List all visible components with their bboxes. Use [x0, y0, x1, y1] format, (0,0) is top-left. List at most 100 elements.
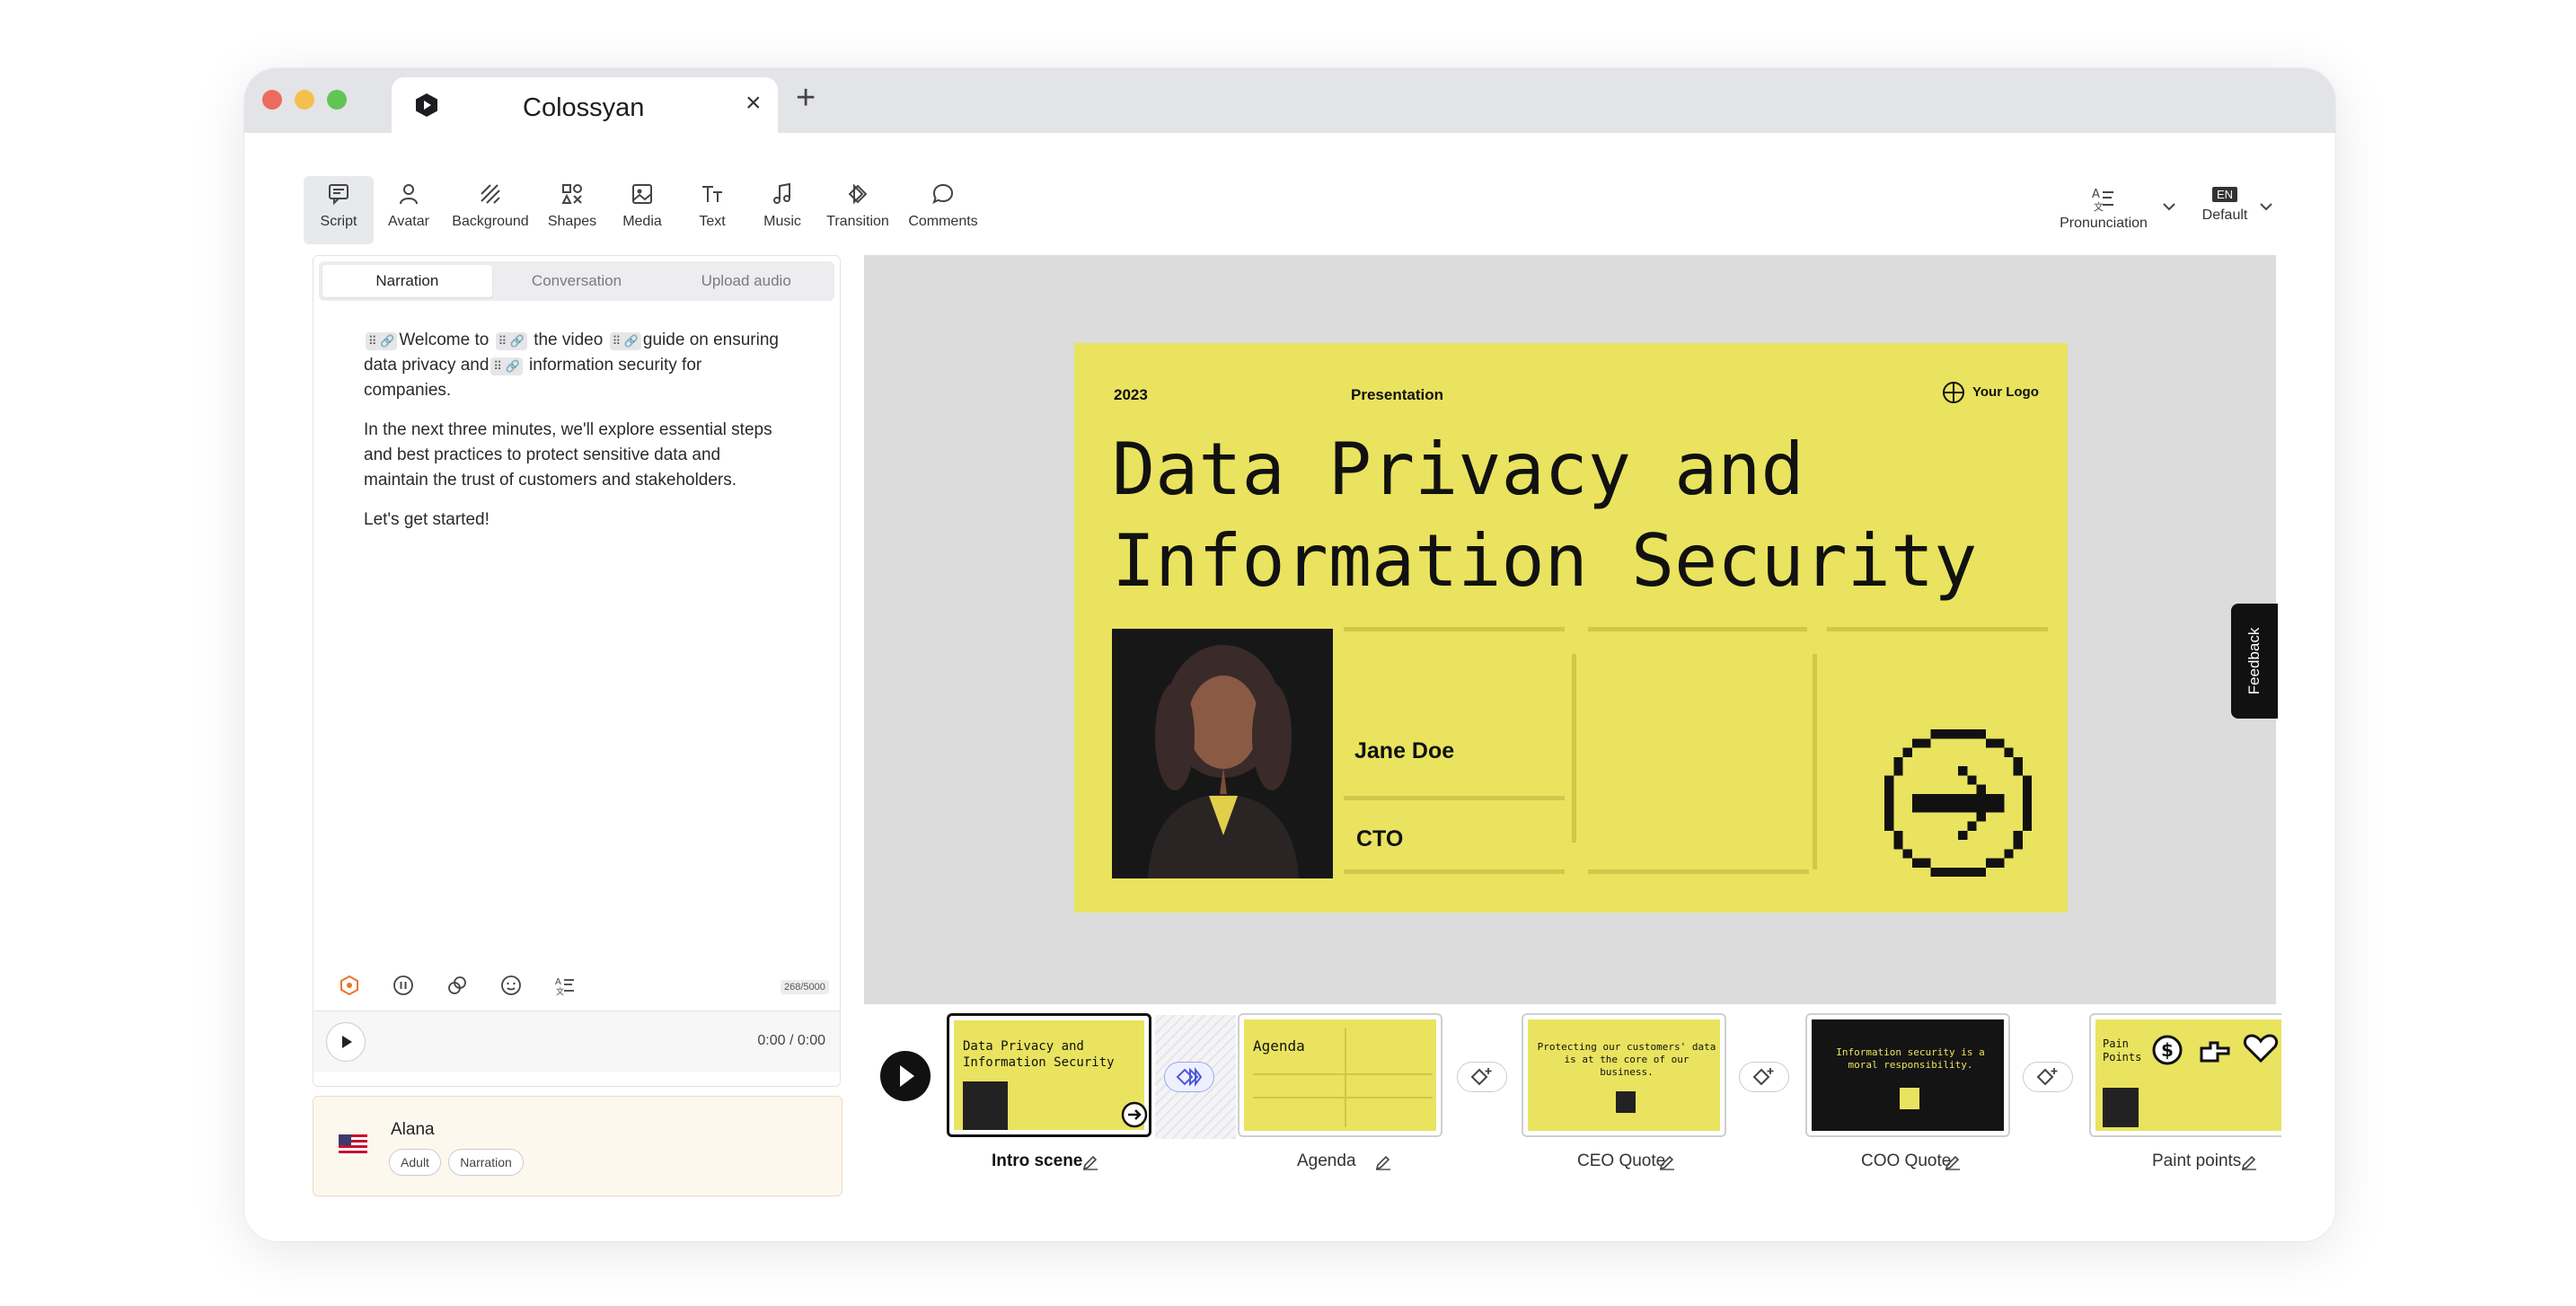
language-select[interactable]: EN Default: [2193, 187, 2256, 224]
pronunciation-label: Pronunciation: [2060, 216, 2148, 231]
slide-divider: [1344, 627, 1565, 631]
preview-play-button[interactable]: [326, 1022, 366, 1062]
music-icon: [773, 182, 790, 204]
pause-marker[interactable]: ⠿ 🔗: [490, 357, 523, 375]
thumb-title: Information security is a moral responsi…: [1836, 1046, 1985, 1071]
tool-script[interactable]: Script: [304, 176, 374, 244]
edit-pencil-icon[interactable]: [2240, 1153, 2258, 1171]
shapes-icon: [561, 184, 582, 204]
tool-media[interactable]: Media: [607, 176, 677, 244]
new-tab-button[interactable]: +: [796, 79, 816, 118]
tool-background[interactable]: Background: [444, 176, 537, 244]
avatar-tag: Adult: [389, 1149, 441, 1176]
pause-marker[interactable]: ⠿ 🔗: [495, 332, 527, 350]
thumb-title: Protecting our customers' data is at the…: [1537, 1041, 1716, 1078]
scene-label[interactable]: Intro scene: [992, 1152, 1082, 1171]
scene-thumbnail-intro[interactable]: Data Privacy and Information Security: [947, 1013, 1151, 1137]
pause-icon[interactable]: [393, 975, 414, 996]
tool-label: Background: [452, 214, 529, 229]
add-transition-button[interactable]: [2023, 1062, 2073, 1092]
avatar-portrait[interactable]: [1112, 629, 1333, 878]
slide-divider: [1344, 796, 1565, 800]
edit-pencil-icon[interactable]: [1081, 1153, 1099, 1171]
pronunciation-icon[interactable]: A文: [554, 975, 576, 996]
heart-icon: [2243, 1034, 2279, 1063]
language-value: Default: [2201, 207, 2248, 223]
scene-label[interactable]: Agenda: [1297, 1152, 1356, 1171]
tool-label: Script: [320, 214, 357, 229]
emotion-icon[interactable]: [500, 975, 522, 996]
edit-pencil-icon[interactable]: [1944, 1153, 1962, 1171]
slide-person-role[interactable]: CTO: [1356, 826, 1403, 852]
add-transition-button[interactable]: [1739, 1062, 1789, 1092]
pronunciation-button[interactable]: A文 Pronunciation: [2041, 185, 2166, 232]
play-video-button[interactable]: [880, 1051, 931, 1101]
browser-titlebar: Colossyan × +: [244, 68, 2335, 135]
feedback-label: Feedback: [2245, 627, 2263, 695]
browser-tab[interactable]: Colossyan ×: [392, 77, 778, 135]
transition-icon: [1176, 1067, 1203, 1087]
chevron-down-icon[interactable]: [2258, 201, 2274, 212]
slide-logo-text[interactable]: Your Logo: [1972, 384, 2039, 400]
play-icon: [342, 1036, 352, 1048]
edit-pencil-icon[interactable]: [1374, 1153, 1392, 1171]
gesture-icon[interactable]: [446, 975, 468, 996]
tool-shapes[interactable]: Shapes: [537, 176, 607, 244]
pause-marker[interactable]: ⠿ 🔗: [609, 332, 641, 350]
tab-title: Colossyan: [523, 93, 645, 122]
slide[interactable]: 2023 Presentation Your Logo Data Privacy…: [1074, 343, 2068, 913]
script-editor[interactable]: ⠿ 🔗 Welcome to ⠿ 🔗 the video ⠿ 🔗 guide on …: [364, 328, 786, 547]
playback-time: 0:00 / 0:00: [757, 1033, 825, 1048]
tool-music[interactable]: Music: [747, 176, 817, 244]
svg-text:文: 文: [2094, 200, 2104, 212]
edit-pencil-icon[interactable]: [1658, 1153, 1676, 1171]
thumb-title: Pain Points: [2103, 1037, 2142, 1063]
tab-close-icon[interactable]: ×: [745, 88, 762, 119]
tab-narration[interactable]: Narration: [322, 265, 492, 297]
pronunciation-icon: A文: [2092, 188, 2113, 212]
chevron-down-icon[interactable]: [2161, 201, 2177, 212]
add-transition-icon: [1470, 1068, 1492, 1086]
scene-label[interactable]: CEO Quote: [1577, 1152, 1665, 1171]
pixel-arrow-icon: [1884, 729, 2032, 877]
tool-label: Text: [699, 214, 726, 229]
slide-person-name[interactable]: Jane Doe: [1354, 738, 1454, 764]
play-icon: [900, 1065, 914, 1087]
pause-marker[interactable]: ⠿ 🔗: [366, 332, 398, 350]
minimize-window-dot[interactable]: [295, 90, 314, 110]
slide-kind[interactable]: Presentation: [1351, 386, 1443, 404]
avatar-icon: [400, 184, 418, 205]
slide-title[interactable]: Data Privacy and Information Security: [1112, 424, 1977, 607]
add-transition-button[interactable]: [1457, 1062, 1507, 1092]
maximize-window-dot[interactable]: [327, 90, 347, 110]
tab-upload-audio[interactable]: Upload audio: [661, 265, 831, 297]
tool-text[interactable]: Text: [677, 176, 747, 244]
tool-avatar[interactable]: Avatar: [374, 176, 444, 244]
close-window-dot[interactable]: [262, 90, 282, 110]
transition-button[interactable]: [1164, 1062, 1214, 1092]
tool-label: Shapes: [547, 214, 597, 229]
ai-assistant-icon[interactable]: [339, 975, 360, 996]
media-icon: [632, 184, 652, 204]
slide-year[interactable]: 2023: [1114, 386, 1148, 404]
slide-divider: [1572, 654, 1576, 843]
slide-divider: [1588, 869, 1809, 874]
scene-thumbnail-coo-quote[interactable]: Information security is a moral responsi…: [1805, 1013, 2010, 1137]
feedback-button[interactable]: Feedback: [2231, 604, 2278, 719]
avatar-card[interactable]: Alana Adult Narration: [313, 1096, 842, 1196]
audio-player: 0:00 / 0:00: [313, 1010, 840, 1072]
tab-conversation[interactable]: Conversation: [492, 265, 662, 297]
add-transition-icon: [1752, 1068, 1774, 1086]
scene-label[interactable]: COO Quote: [1861, 1152, 1951, 1171]
svg-text:A: A: [555, 977, 561, 987]
language-badge: EN: [2211, 187, 2238, 202]
script-text-segment: the video: [534, 331, 604, 349]
scene-thumbnail-ceo-quote[interactable]: Protecting our customers' data is at the…: [1522, 1013, 1726, 1137]
tool-transition[interactable]: Transition: [817, 176, 898, 244]
tool-comments[interactable]: Comments: [898, 176, 988, 244]
scene-label[interactable]: Paint points: [2152, 1152, 2241, 1171]
slide-canvas: 2023 Presentation Your Logo Data Privacy…: [864, 255, 2276, 1004]
scene-thumbnail-agenda[interactable]: Agenda: [1238, 1013, 1442, 1137]
scene-thumbnail-pain-points[interactable]: Pain Points $: [2089, 1013, 2281, 1137]
slide-divider: [1588, 627, 1807, 631]
